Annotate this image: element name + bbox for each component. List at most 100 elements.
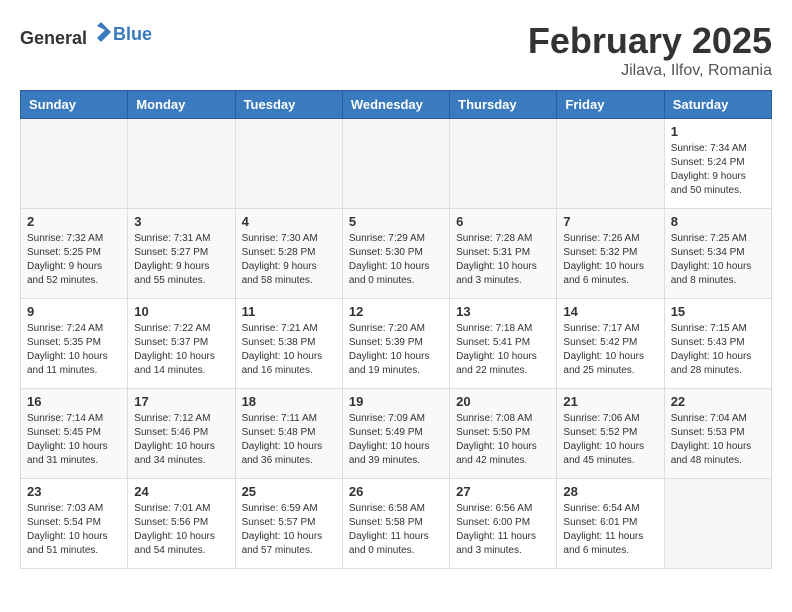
logo-text-general: General [20, 28, 87, 48]
day-number: 21 [563, 394, 657, 409]
day-info: Sunrise: 7:31 AM Sunset: 5:27 PM Dayligh… [134, 232, 228, 288]
header-day-saturday: Saturday [664, 91, 771, 119]
day-info: Sunrise: 7:21 AM Sunset: 5:38 PM Dayligh… [242, 322, 336, 378]
calendar-cell: 15Sunrise: 7:15 AM Sunset: 5:43 PM Dayli… [664, 299, 771, 389]
logo-icon [89, 20, 113, 44]
day-number: 28 [563, 484, 657, 499]
day-info: Sunrise: 7:11 AM Sunset: 5:48 PM Dayligh… [242, 412, 336, 468]
day-number: 26 [349, 484, 443, 499]
day-info: Sunrise: 7:17 AM Sunset: 5:42 PM Dayligh… [563, 322, 657, 378]
day-info: Sunrise: 7:06 AM Sunset: 5:52 PM Dayligh… [563, 412, 657, 468]
day-number: 9 [27, 304, 121, 319]
calendar-cell: 11 Sunrise: 7:21 AM Sunset: 5:38 PM Dayli… [235, 299, 342, 389]
calendar-cell: 23Sunrise: 7:03 AM Sunset: 5:54 PM Dayli… [21, 479, 128, 569]
week-row-3: 9 Sunrise: 7:24 AM Sunset: 5:35 PM Daylig… [21, 299, 772, 389]
calendar-cell: 18 Sunrise: 7:11 AM Sunset: 5:48 PM Dayli… [235, 389, 342, 479]
calendar-cell: 25 Sunrise: 6:59 AM Sunset: 5:57 PM Dayli… [235, 479, 342, 569]
calendar-cell: 27 Sunrise: 6:56 AM Sunset: 6:00 PM Dayli… [450, 479, 557, 569]
title-area: February 2025 Jilava, Ilfov, Romania [528, 20, 772, 80]
day-number: 1 [671, 124, 765, 139]
day-number: 11 [242, 304, 336, 319]
header-day-thursday: Thursday [450, 91, 557, 119]
day-number: 2 [27, 214, 121, 229]
header-day-monday: Monday [128, 91, 235, 119]
day-number: 20 [456, 394, 550, 409]
header-day-tuesday: Tuesday [235, 91, 342, 119]
week-row-1: 1 Sunrise: 7:34 AM Sunset: 5:24 PM Daylig… [21, 119, 772, 209]
calendar-cell [450, 119, 557, 209]
calendar-cell: 24 Sunrise: 7:01 AM Sunset: 5:56 PM Dayli… [128, 479, 235, 569]
calendar-cell: 9 Sunrise: 7:24 AM Sunset: 5:35 PM Daylig… [21, 299, 128, 389]
calendar-cell [235, 119, 342, 209]
calendar-cell: 12Sunrise: 7:20 AM Sunset: 5:39 PM Dayli… [342, 299, 449, 389]
header-day-sunday: Sunday [21, 91, 128, 119]
calendar-cell: 1 Sunrise: 7:34 AM Sunset: 5:24 PM Daylig… [664, 119, 771, 209]
day-number: 19 [349, 394, 443, 409]
day-number: 16 [27, 394, 121, 409]
calendar-cell: 17Sunrise: 7:12 AM Sunset: 5:46 PM Dayli… [128, 389, 235, 479]
logo: General Blue [20, 20, 152, 49]
calendar-cell: 28 Sunrise: 6:54 AM Sunset: 6:01 PM Dayli… [557, 479, 664, 569]
calendar-cell [664, 479, 771, 569]
day-info: Sunrise: 7:24 AM Sunset: 5:35 PM Dayligh… [27, 322, 121, 378]
day-number: 17 [134, 394, 228, 409]
calendar-cell: 8 Sunrise: 7:25 AM Sunset: 5:34 PM Daylig… [664, 209, 771, 299]
day-info: Sunrise: 7:04 AM Sunset: 5:53 PM Dayligh… [671, 412, 765, 468]
calendar-cell: 20 Sunrise: 7:08 AM Sunset: 5:50 PM Dayli… [450, 389, 557, 479]
day-info: Sunrise: 7:28 AM Sunset: 5:31 PM Dayligh… [456, 232, 550, 288]
calendar-cell: 3 Sunrise: 7:31 AM Sunset: 5:27 PM Daylig… [128, 209, 235, 299]
day-info: Sunrise: 7:09 AM Sunset: 5:49 PM Dayligh… [349, 412, 443, 468]
calendar-cell: 22 Sunrise: 7:04 AM Sunset: 5:53 PM Dayli… [664, 389, 771, 479]
day-info: Sunrise: 6:58 AM Sunset: 5:58 PM Dayligh… [349, 502, 443, 558]
day-info: Sunrise: 7:20 AM Sunset: 5:39 PM Dayligh… [349, 322, 443, 378]
day-info: Sunrise: 7:14 AM Sunset: 5:45 PM Dayligh… [27, 412, 121, 468]
calendar-cell: 26 Sunrise: 6:58 AM Sunset: 5:58 PM Dayli… [342, 479, 449, 569]
calendar-table: SundayMondayTuesdayWednesdayThursdayFrid… [20, 90, 772, 569]
day-number: 3 [134, 214, 228, 229]
day-number: 24 [134, 484, 228, 499]
day-info: Sunrise: 7:26 AM Sunset: 5:32 PM Dayligh… [563, 232, 657, 288]
day-number: 27 [456, 484, 550, 499]
calendar-cell [128, 119, 235, 209]
day-info: Sunrise: 7:18 AM Sunset: 5:41 PM Dayligh… [456, 322, 550, 378]
calendar-cell: 6 Sunrise: 7:28 AM Sunset: 5:31 PM Daylig… [450, 209, 557, 299]
day-info: Sunrise: 7:30 AM Sunset: 5:28 PM Dayligh… [242, 232, 336, 288]
day-number: 23 [27, 484, 121, 499]
header: General Blue February 2025 Jilava, Ilfov… [20, 20, 772, 80]
day-info: Sunrise: 7:29 AM Sunset: 5:30 PM Dayligh… [349, 232, 443, 288]
calendar-cell: 19 Sunrise: 7:09 AM Sunset: 5:49 PM Dayli… [342, 389, 449, 479]
day-info: Sunrise: 7:34 AM Sunset: 5:24 PM Dayligh… [671, 142, 765, 198]
day-info: Sunrise: 6:54 AM Sunset: 6:01 PM Dayligh… [563, 502, 657, 558]
calendar-cell: 7Sunrise: 7:26 AM Sunset: 5:32 PM Daylig… [557, 209, 664, 299]
day-number: 25 [242, 484, 336, 499]
calendar-cell: 16 Sunrise: 7:14 AM Sunset: 5:45 PM Dayli… [21, 389, 128, 479]
calendar-cell: 5Sunrise: 7:29 AM Sunset: 5:30 PM Daylig… [342, 209, 449, 299]
day-info: Sunrise: 7:32 AM Sunset: 5:25 PM Dayligh… [27, 232, 121, 288]
day-info: Sunrise: 6:59 AM Sunset: 5:57 PM Dayligh… [242, 502, 336, 558]
calendar-title: February 2025 [528, 20, 772, 62]
day-number: 14 [563, 304, 657, 319]
calendar-cell: 13 Sunrise: 7:18 AM Sunset: 5:41 PM Dayli… [450, 299, 557, 389]
calendar-cell: 10Sunrise: 7:22 AM Sunset: 5:37 PM Dayli… [128, 299, 235, 389]
header-day-wednesday: Wednesday [342, 91, 449, 119]
day-number: 10 [134, 304, 228, 319]
day-number: 15 [671, 304, 765, 319]
day-info: Sunrise: 6:56 AM Sunset: 6:00 PM Dayligh… [456, 502, 550, 558]
day-number: 8 [671, 214, 765, 229]
calendar-cell [342, 119, 449, 209]
day-info: Sunrise: 7:08 AM Sunset: 5:50 PM Dayligh… [456, 412, 550, 468]
day-info: Sunrise: 7:25 AM Sunset: 5:34 PM Dayligh… [671, 232, 765, 288]
header-row: SundayMondayTuesdayWednesdayThursdayFrid… [21, 91, 772, 119]
calendar-cell: 14 Sunrise: 7:17 AM Sunset: 5:42 PM Dayli… [557, 299, 664, 389]
day-number: 4 [242, 214, 336, 229]
calendar-cell: 4 Sunrise: 7:30 AM Sunset: 5:28 PM Daylig… [235, 209, 342, 299]
logo-text-blue: Blue [113, 24, 152, 45]
week-row-5: 23Sunrise: 7:03 AM Sunset: 5:54 PM Dayli… [21, 479, 772, 569]
day-number: 13 [456, 304, 550, 319]
day-info: Sunrise: 7:01 AM Sunset: 5:56 PM Dayligh… [134, 502, 228, 558]
day-number: 22 [671, 394, 765, 409]
day-number: 6 [456, 214, 550, 229]
week-row-4: 16 Sunrise: 7:14 AM Sunset: 5:45 PM Dayli… [21, 389, 772, 479]
day-number: 18 [242, 394, 336, 409]
week-row-2: 2 Sunrise: 7:32 AM Sunset: 5:25 PM Daylig… [21, 209, 772, 299]
